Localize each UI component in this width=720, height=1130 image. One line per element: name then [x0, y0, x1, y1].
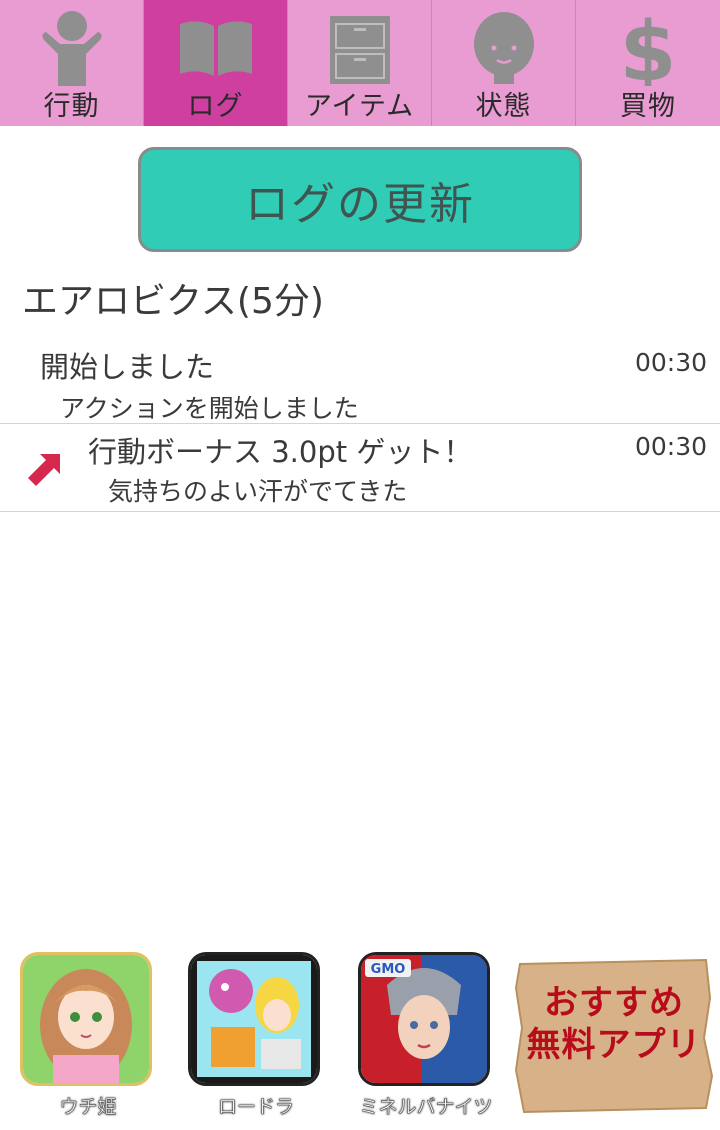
svg-text:$: $ — [619, 6, 676, 86]
log-entry-title: 開始しました — [40, 350, 215, 384]
tab-items[interactable]: アイテム — [288, 0, 432, 126]
book-icon — [144, 6, 288, 86]
recommended-apps: ウチ姫 ロードラ GMO ミネルバナイツ おすすめ 無料アプリ — [0, 950, 720, 1130]
app-icon: GMO — [358, 952, 490, 1086]
app-name: ロードラ — [217, 1096, 295, 1119]
refresh-log-button[interactable]: ログの更新 — [138, 147, 582, 252]
tab-label: 行動 — [43, 91, 100, 122]
tab-label: 状態 — [475, 91, 532, 122]
recommended-free-apps-banner[interactable]: おすすめ 無料アプリ — [514, 958, 714, 1114]
tab-label: アイテム — [304, 91, 415, 122]
app-icon — [20, 952, 152, 1086]
log-section-title: エアロビクス(5分) — [22, 281, 324, 322]
app-icon — [188, 952, 320, 1086]
promo-line2: 無料アプリ — [526, 1025, 702, 1065]
tab-label: 買物 — [620, 91, 676, 122]
log-entry: 行動ボーナス 3.0pt ゲット！ 気持ちのよい汗がでてきた 00:30 — [0, 424, 720, 512]
app-tile-uchihime[interactable]: ウチ姫 — [18, 950, 158, 1120]
up-right-arrow-icon — [22, 448, 64, 490]
dollar-icon: $ — [576, 6, 720, 86]
gmo-badge: GMO — [371, 962, 406, 977]
log-entry-desc: 気持ちのよい汗がでてきた — [108, 477, 408, 506]
promo-text: おすすめ 無料アプリ — [514, 982, 714, 1066]
log-entry-desc: アクションを開始しました — [60, 394, 359, 423]
promo-line1: おすすめ — [544, 983, 684, 1023]
log-entry-title: 行動ボーナス 3.0pt ゲット！ — [88, 435, 473, 469]
tab-bar: 行動 ログ アイテム 状態 $ 買物 — [0, 0, 720, 126]
person-icon — [0, 6, 144, 86]
app-name: ミネルバナイツ — [359, 1096, 493, 1119]
tab-shop[interactable]: $ 買物 — [576, 0, 720, 126]
tab-status[interactable]: 状態 — [432, 0, 576, 126]
tab-label: ログ — [187, 91, 244, 122]
log-entry-time: 00:30 — [634, 348, 707, 377]
tab-log[interactable]: ログ — [144, 0, 288, 126]
tab-action[interactable]: 行動 — [0, 0, 144, 126]
app-tile-rodora[interactable]: ロードラ — [186, 950, 326, 1120]
app-name: ウチ姫 — [59, 1096, 117, 1119]
log-entry: 開始しました アクションを開始しました 00:30 — [0, 338, 720, 424]
app-tile-minerva-knights[interactable]: GMO ミネルバナイツ — [356, 950, 496, 1120]
log-entry-time: 00:30 — [634, 432, 707, 461]
drawer-icon — [288, 6, 432, 86]
face-icon — [432, 6, 576, 86]
